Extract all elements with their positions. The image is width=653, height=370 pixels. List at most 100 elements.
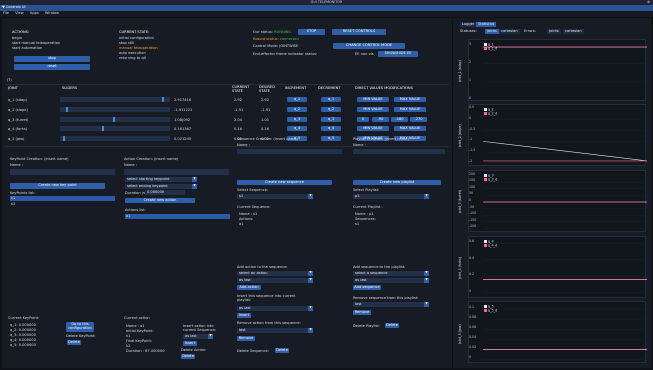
end-keypoint-select[interactable]: select ending keypoint ▼ — [125, 184, 197, 189]
tab-logger[interactable]: Logger — [460, 22, 477, 27]
action-list-item[interactable]: a1 — [125, 214, 230, 219]
increment-button[interactable]: q_2 — [287, 107, 307, 112]
increment-button[interactable]: q_1 — [287, 97, 307, 102]
show-hide-ee-button[interactable]: SHOW/HIDE EE — [378, 51, 418, 57]
tab-status-joints[interactable]: joints — [485, 29, 499, 34]
action-start-automation[interactable]: start automation — [12, 46, 42, 50]
action-final-kp: k2 — [126, 344, 131, 348]
add-sequence-position[interactable]: as last ▼ — [353, 278, 429, 283]
stop-button[interactable]: stop — [14, 56, 90, 62]
slider-knob[interactable] — [113, 117, 115, 122]
decrement-button[interactable]: q_4 — [321, 126, 341, 131]
create-sequence-button[interactable]: Create new sequence — [237, 180, 332, 185]
menu-file[interactable]: File — [3, 11, 9, 15]
action-begin[interactable]: begin — [12, 36, 22, 40]
menu-view[interactable]: View — [15, 11, 24, 15]
change-control-mode-button[interactable]: CHANGE CONTROL MODE — [333, 43, 405, 49]
slider-knob[interactable] — [66, 107, 69, 112]
decrement-button[interactable]: q_1 — [321, 97, 341, 102]
insert-action-button[interactable]: Insert — [183, 341, 197, 346]
direct-value-button[interactable]: 0 — [357, 117, 369, 122]
insert-action-position[interactable]: as last ▼ — [183, 334, 213, 339]
add-action-button[interactable]: Add action — [237, 285, 261, 290]
tick-label: 0 — [469, 115, 472, 120]
playlist-name-input[interactable] — [353, 149, 445, 154]
remove-action-select[interactable]: last ▼ — [237, 328, 313, 333]
start-keypoint-select[interactable]: select starting keypoint ▼ — [125, 177, 197, 182]
joint-slider[interactable] — [60, 126, 170, 131]
current-sequence-label: Current Sequence: — [237, 205, 271, 209]
keypoint-list-item[interactable]: k1 — [10, 196, 115, 201]
remove-sequence-select[interactable]: last ▼ — [353, 302, 429, 307]
keypoint-list-item[interactable]: k2 — [11, 202, 15, 206]
decrement-button[interactable]: q_2 — [321, 107, 341, 112]
slider-knob[interactable] — [102, 126, 105, 131]
tick-label: 0.04 — [469, 335, 477, 340]
decrement-button[interactable]: q_5 — [321, 136, 341, 141]
sequence-name-input[interactable] — [237, 149, 342, 154]
reset-controls-button[interactable]: RESET CONTROLS — [332, 29, 386, 35]
direct-value-button[interactable]: -180 — [391, 117, 408, 122]
legend-label: q_5_d — [488, 308, 498, 313]
direct-value-button[interactable]: -270 — [410, 117, 427, 122]
tab-status-cartesian[interactable]: cartesian — [499, 29, 520, 34]
select-sequence-dropdown[interactable]: s1 ▼ — [237, 194, 313, 199]
min-value-button[interactable]: MIN VALUE — [357, 97, 389, 102]
reset-button[interactable]: reset — [14, 64, 90, 70]
max-value-button[interactable]: MAX VALUE — [394, 97, 426, 102]
add-sequence-select[interactable]: select a sequence ▼ — [353, 271, 429, 276]
tab-error-joints[interactable]: joints — [547, 29, 561, 34]
series-line — [482, 141, 647, 162]
slider-knob[interactable] — [63, 136, 66, 141]
add-action-select[interactable]: select an action ▼ — [237, 271, 313, 276]
keypoint-name-input[interactable] — [10, 169, 115, 175]
goto-configuration-button[interactable]: Go to this configuration — [66, 322, 94, 332]
decrement-button[interactable]: q_3 — [321, 117, 341, 122]
ros-status: Rosout status: connected — [253, 37, 299, 41]
controls-panel — [2, 18, 452, 368]
menu-window[interactable]: Window — [45, 11, 59, 15]
max-value-button[interactable]: MAX VALUE — [394, 107, 426, 112]
delete-sequence-button[interactable]: Delete — [275, 348, 289, 353]
increment-button[interactable]: q_4 — [287, 126, 307, 131]
chevron-down-icon: ▼ — [308, 278, 313, 283]
remove-sequence-button[interactable]: Remove — [353, 310, 371, 315]
min-value-button[interactable]: MIN VALUE — [357, 126, 389, 131]
create-playlist-button[interactable]: Create new playlist — [353, 180, 441, 185]
create-keypoint-button[interactable]: Create new key point — [10, 183, 105, 189]
joint-slider[interactable] — [60, 97, 170, 102]
close-icon[interactable]: ⊗ — [647, 0, 650, 4]
add-sequence-button[interactable]: Add sequence — [353, 285, 381, 290]
select-playlist-dropdown[interactable]: p1 ▼ — [353, 194, 429, 199]
joint-slider[interactable] — [60, 107, 170, 112]
joint-slider[interactable] — [60, 136, 170, 141]
direct-value-button[interactable]: -90 — [372, 117, 389, 122]
tab-statistics[interactable]: Statistics — [476, 22, 497, 27]
tick-label: 2 — [469, 59, 472, 64]
add-action-position[interactable]: as last ▼ — [237, 278, 313, 283]
remove-action-button[interactable]: Remove — [237, 336, 255, 341]
max-value-button[interactable]: MAX VALUE — [394, 126, 426, 131]
menu-apps[interactable]: Apps — [30, 11, 39, 15]
create-action-button[interactable]: Create new action — [125, 198, 195, 203]
insert-sequence-button[interactable]: Insert — [237, 313, 251, 318]
delete-playlist-button[interactable]: Delete — [385, 323, 399, 328]
tick-label: -150 — [469, 217, 477, 222]
ros-stop-button[interactable]: STOP — [298, 29, 325, 35]
tick-label: 200 — [469, 171, 476, 176]
duration-input[interactable]: 0.000000 — [145, 190, 185, 195]
action-start-manual[interactable]: start manual teleoperation — [12, 41, 60, 45]
delete-action-button[interactable]: Delete — [181, 354, 195, 359]
increment-button[interactable]: q_3 — [287, 117, 307, 122]
delete-keypoint-button[interactable]: Delete — [67, 340, 81, 345]
insert-sequence-position[interactable]: as last ▼ — [237, 306, 313, 311]
action-duration: Duration : 67.000000 — [126, 349, 165, 353]
action-name-input[interactable] — [124, 169, 229, 175]
joint-slider[interactable] — [60, 117, 170, 122]
joint-name: q_4 (forks) — [8, 127, 28, 131]
tab-error-cartesian[interactable]: cartesian — [563, 29, 584, 34]
help-marker[interactable]: (?) — [7, 78, 12, 82]
min-value-button[interactable]: MIN VALUE — [357, 107, 389, 112]
slider-knob[interactable] — [161, 97, 164, 102]
ros-status-value: connected — [279, 37, 299, 41]
